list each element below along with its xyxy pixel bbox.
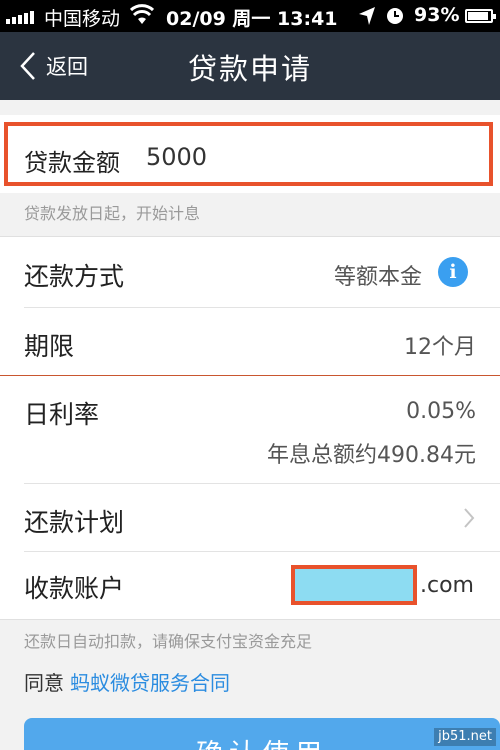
divider bbox=[24, 483, 500, 484]
navigation-bar: 返回 贷款申请 bbox=[0, 32, 500, 100]
daily-rate-value: 0.05% bbox=[406, 399, 476, 424]
service-contract-link[interactable]: 蚂蚁微贷服务合同 bbox=[70, 671, 230, 695]
battery-icon bbox=[465, 9, 496, 23]
payee-account-label: 收款账户 bbox=[24, 574, 125, 603]
status-bar: 中国移动 02/09 周一 13:41 93% bbox=[0, 0, 500, 32]
interest-start-hint: 贷款发放日起，开始计息 bbox=[24, 204, 201, 223]
agreement-prefix: 同意 bbox=[24, 671, 64, 695]
auto-deduct-hint: 还款日自动扣款，请确保支付宝资金充足 bbox=[24, 632, 313, 651]
chevron-right-icon bbox=[464, 508, 475, 528]
divider bbox=[0, 375, 500, 376]
location-arrow-icon bbox=[359, 7, 375, 25]
term-value: 12个月 bbox=[404, 335, 476, 360]
watermark: jb51.net bbox=[434, 728, 496, 746]
daily-rate-label: 日利率 bbox=[24, 400, 100, 429]
page-title: 贷款申请 bbox=[187, 52, 312, 86]
divider bbox=[24, 307, 500, 308]
account-suffix: .com bbox=[420, 573, 474, 598]
loan-amount-label: 贷款金额 bbox=[24, 149, 120, 177]
repay-plan-label: 还款计划 bbox=[24, 508, 125, 537]
loan-amount-value[interactable]: 5000 bbox=[146, 143, 207, 171]
battery-level bbox=[468, 12, 489, 20]
info-icon[interactable]: i bbox=[438, 257, 468, 287]
battery-percent: 93% bbox=[414, 4, 460, 26]
confirm-button[interactable]: 确认使用 bbox=[24, 718, 500, 750]
repay-method-label: 还款方式 bbox=[24, 262, 125, 291]
repay-method-value: 等额本金 bbox=[333, 265, 422, 290]
signal-icon bbox=[6, 10, 34, 24]
annual-interest-total: 年息总额约490.84元 bbox=[267, 443, 476, 468]
divider bbox=[24, 551, 500, 552]
wifi-icon bbox=[130, 4, 154, 24]
term-label: 期限 bbox=[24, 332, 75, 361]
agreement: 同意 蚂蚁微贷服务合同 bbox=[24, 667, 230, 696]
loan-amount-field[interactable]: 贷款金额 5000 bbox=[0, 115, 500, 193]
alarm-clock-icon bbox=[387, 8, 403, 24]
carrier-name: 中国移动 bbox=[44, 8, 121, 30]
status-datetime: 02/09 周一 13:41 bbox=[166, 8, 338, 30]
masked-account bbox=[291, 565, 417, 605]
loan-details-card: 还款方式 等额本金 i 期限 12个月 日利率 0.05% 年息总额约490.8… bbox=[0, 236, 500, 620]
